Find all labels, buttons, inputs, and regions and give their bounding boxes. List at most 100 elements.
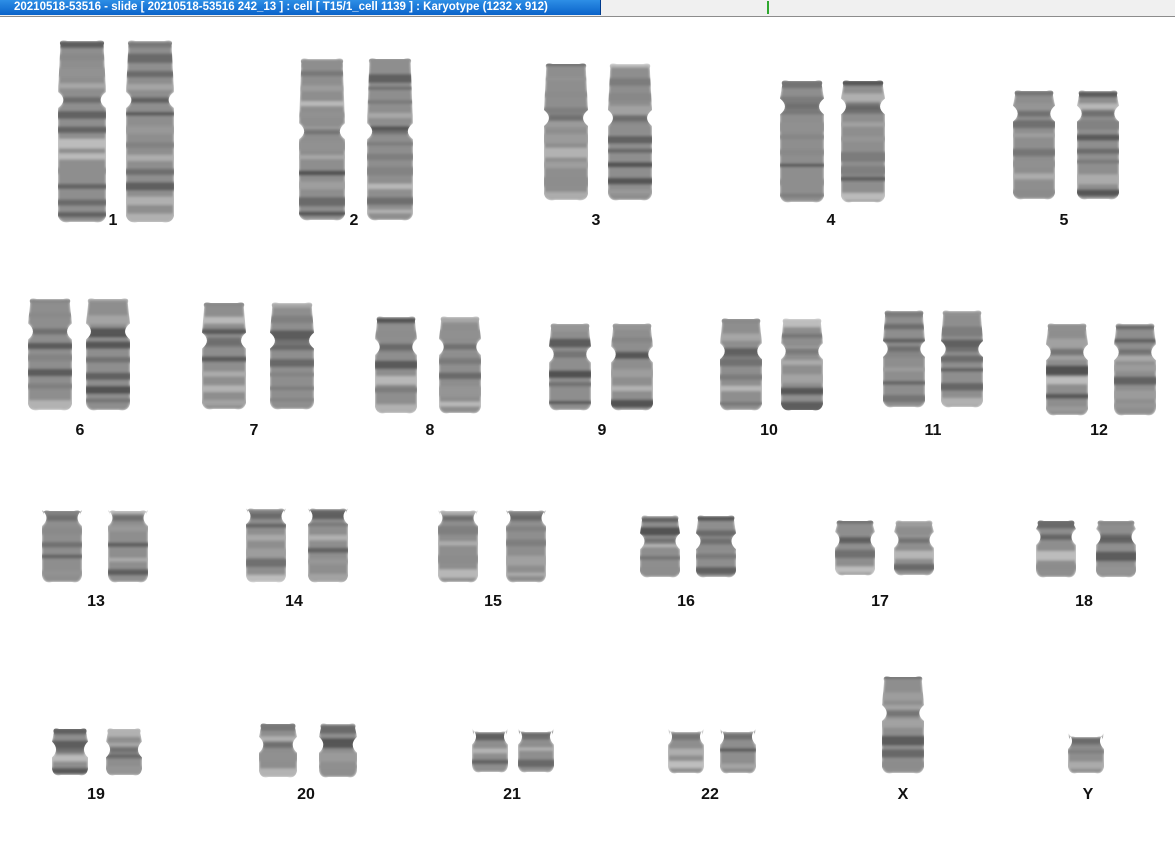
chromosome-X-a-image (882, 676, 924, 774)
chromosome-5-b (1075, 89, 1121, 201)
chromosome-22-a-image (668, 728, 704, 774)
chromosome-14-a-image (246, 508, 286, 583)
chromosome-1-b-image (126, 40, 174, 223)
chromosome-19-b-image (106, 728, 142, 776)
window-title-bar[interactable]: 20210518-53516 - slide [ 20210518-53516 … (0, 0, 1175, 17)
chromosome-label-X: X (897, 786, 909, 803)
chromosome-label-18: 18 (1075, 593, 1093, 610)
chromosome-8-b (437, 315, 483, 415)
chromosome-label-16: 16 (677, 593, 695, 610)
chromosome-3-a-image (544, 63, 588, 201)
chromosome-2-a (297, 57, 347, 222)
chromosome-9-a-image (549, 323, 591, 411)
chromosome-14-a (244, 507, 288, 584)
chromosome-6-a (26, 297, 74, 412)
chromosome-1-a (56, 39, 108, 224)
window-title[interactable]: 20210518-53516 - slide [ 20210518-53516 … (0, 0, 601, 15)
chromosome-15-b (504, 509, 548, 584)
chromosome-20-b-image (319, 723, 357, 778)
chromosome-7-a (200, 301, 248, 411)
chromosome-label-10: 10 (760, 422, 778, 439)
chromosome-15-b-image (506, 510, 546, 583)
chromosome-18-b (1094, 519, 1138, 579)
chromosome-label-22: 22 (701, 786, 719, 803)
chromosome-label-21: 21 (503, 786, 521, 803)
chromosome-6-a-image (28, 298, 72, 411)
chromosome-8-a (373, 315, 419, 415)
chromosome-11-a (881, 309, 927, 409)
chromosome-8-b-image (439, 316, 481, 414)
chromosome-label-3: 3 (591, 212, 601, 229)
chromosome-1-a-image (58, 40, 106, 223)
chromosome-1-b (124, 39, 176, 224)
chromosome-label-9: 9 (597, 422, 607, 439)
chromosome-15-a (436, 509, 480, 584)
chromosome-label-13: 13 (87, 593, 105, 610)
chromosome-20-b (317, 722, 359, 779)
chromosome-4-b (839, 79, 887, 204)
chromosome-7-b-image (270, 302, 314, 410)
chromosome-label-6: 6 (75, 422, 85, 439)
chromosome-13-b-image (108, 510, 148, 583)
chromosome-label-20: 20 (297, 786, 315, 803)
chromosome-20-a (257, 722, 299, 779)
chromosome-13-a (40, 509, 84, 584)
chromosome-19-a (50, 727, 90, 777)
chromosome-label-1: 1 (108, 212, 118, 229)
chromosome-5-a-image (1013, 90, 1055, 200)
chromosome-9-a (547, 322, 593, 412)
chromosome-6-b-image (86, 298, 130, 411)
chromosome-18-a-image (1036, 520, 1076, 578)
chromosome-11-b-image (941, 310, 983, 408)
karyotype-panel: 1 2 3 4 5 6 7 8 9 10 11 12 13 14 15 16 17 18 19 20 21 22 X Y (0, 17, 1175, 849)
chromosome-16-a (638, 514, 682, 579)
chromosome-label-Y: Y (1082, 786, 1094, 803)
chromosome-17-b-image (894, 520, 934, 576)
chromosome-9-b (609, 322, 655, 412)
chromosome-3-b (606, 62, 654, 202)
chromosome-18-a (1034, 519, 1078, 579)
chromosome-5-a (1011, 89, 1057, 201)
chromosome-12-a-image (1046, 323, 1088, 416)
chromosome-19-b (104, 727, 144, 777)
chromosome-4-a-image (780, 80, 824, 203)
chromosome-15-a-image (438, 510, 478, 583)
chromosome-13-b (106, 509, 150, 584)
chromosome-5-b-image (1077, 90, 1119, 200)
chromosome-10-a (718, 317, 764, 412)
chromosome-12-b (1112, 322, 1158, 417)
chromosome-Y-a-image (1068, 733, 1104, 774)
chromosome-22-b (718, 728, 758, 775)
chromosome-10-b-image (781, 318, 823, 411)
chromosome-12-a (1044, 322, 1090, 417)
chromosome-21-b (516, 728, 556, 774)
chromosome-label-14: 14 (285, 593, 303, 610)
chromosome-4-b-image (841, 80, 885, 203)
chromosome-14-b-image (308, 508, 348, 583)
chromosome-2-b-image (367, 58, 413, 221)
chromosome-16-b (694, 514, 738, 579)
chromosome-2-a-image (299, 58, 345, 221)
chromosome-label-17: 17 (871, 593, 889, 610)
chromosome-X-a (880, 675, 926, 775)
chromosome-label-8: 8 (425, 422, 435, 439)
chromosome-21-a-image (472, 728, 508, 773)
chromosome-20-a-image (259, 723, 297, 778)
chromosome-22-b-image (720, 728, 756, 774)
chromosome-17-a-image (835, 520, 875, 576)
chromosome-label-5: 5 (1059, 212, 1069, 229)
chromosome-3-a (542, 62, 590, 202)
chromosome-4-a (778, 79, 826, 204)
chromosome-17-a (833, 519, 877, 577)
chromosome-17-b (892, 519, 936, 577)
chromosome-label-19: 19 (87, 786, 105, 803)
chromosome-13-a-image (42, 510, 82, 583)
chromosome-14-b (306, 507, 350, 584)
chromosome-21-b-image (518, 728, 554, 773)
chromosome-10-b (779, 317, 825, 412)
chromosome-Y-a (1066, 733, 1106, 775)
chromosome-16-b-image (696, 515, 736, 578)
chromosome-11-a-image (883, 310, 925, 408)
chromosome-22-a (666, 728, 706, 775)
chromosome-16-a-image (640, 515, 680, 578)
